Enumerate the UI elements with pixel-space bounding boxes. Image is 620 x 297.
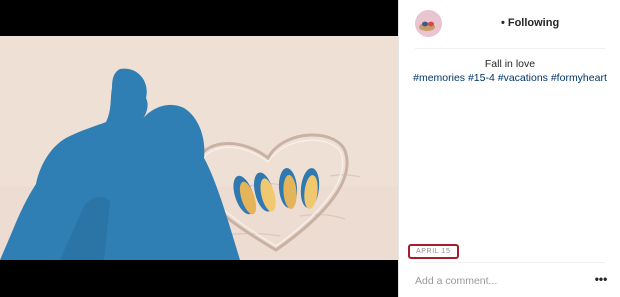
comment-divider [415, 262, 605, 263]
post-sidebar: • Following Fall in love #memories #15-4 … [398, 0, 620, 297]
avatar-image [415, 10, 442, 37]
follow-status[interactable]: • Following [501, 17, 559, 29]
caption-hashtags[interactable]: #memories #15-4 #vacations #formyheart [399, 72, 620, 85]
beach-shadow-heart-photo[interactable] [0, 36, 398, 260]
comment-input[interactable] [415, 273, 575, 289]
post-header: • Following [399, 0, 620, 48]
post-media [0, 0, 398, 297]
post-date[interactable]: APRIL 15 [408, 244, 459, 259]
instagram-post: • Following Fall in love #memories #15-4 … [0, 0, 620, 297]
bullet: • [501, 17, 505, 29]
following-label: Following [507, 17, 560, 29]
header-divider [415, 48, 605, 49]
ellipsis-icon[interactable]: ••• [593, 273, 609, 287]
caption-text: Fall in love [484, 58, 536, 70]
post-caption: Fall in love #memories #15-4 #vacations … [399, 58, 620, 85]
avatar[interactable] [415, 10, 442, 37]
